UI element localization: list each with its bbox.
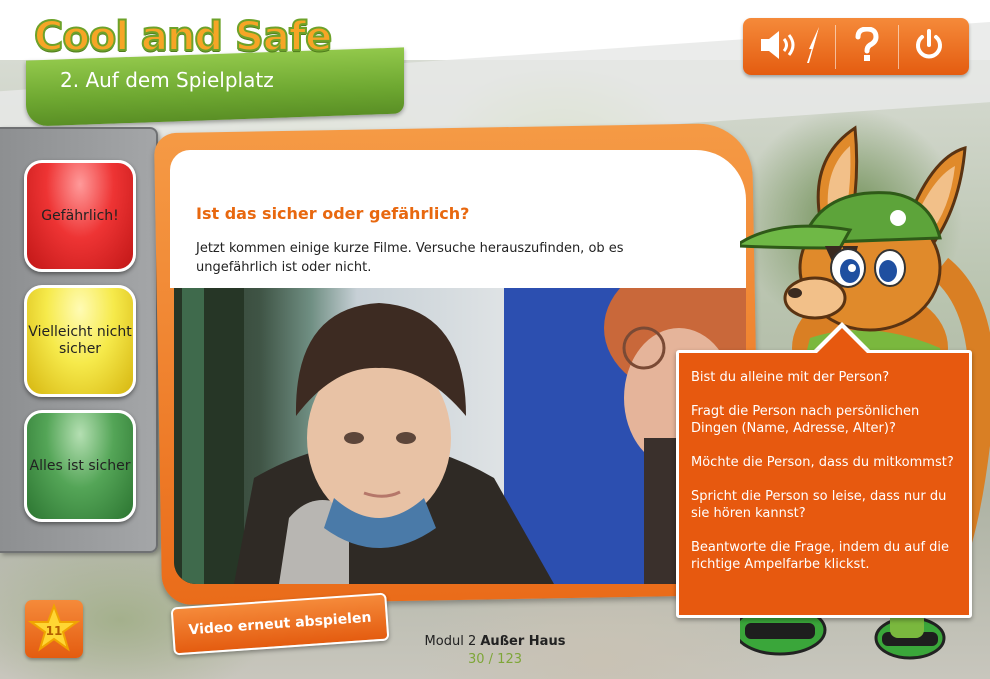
video-frame-image <box>174 288 746 584</box>
power-icon <box>913 28 945 66</box>
app-logo: Cool and Safe <box>33 13 333 61</box>
help-button[interactable] <box>836 18 898 75</box>
bubble-question: Spricht die Person so leise, dass nur du… <box>691 489 947 521</box>
module-label: Modul 2 Außer Haus <box>400 634 590 649</box>
bubble-question: Bist du alleine mit der Person? <box>691 370 890 385</box>
safe-button[interactable]: Alles ist sicher <box>24 410 136 522</box>
page-indicator: 30 / 123 <box>468 652 522 667</box>
star-count: 11 <box>45 624 63 638</box>
bubble-tail-fill <box>816 328 868 354</box>
bubble-question: Möchte die Person, dass du mitkommst? <box>691 455 954 470</box>
bubble-question: Fragt die Person nach persönlichen Dinge… <box>691 404 920 436</box>
maybe-unsafe-button[interactable]: Vielleicht nicht sicher <box>24 285 136 397</box>
module-name: Außer Haus <box>480 634 566 649</box>
content-text: Jetzt kommen einige kurze Filme. Versuch… <box>196 241 624 275</box>
bubble-instruction: Beantworte die Frage, indem du auf die r… <box>691 540 950 572</box>
power-button[interactable] <box>899 18 959 75</box>
speaker-icon <box>757 28 805 66</box>
section-title: 2. Auf dem Spielplatz <box>60 68 274 92</box>
module-prefix: Modul 2 <box>424 634 477 649</box>
help-icon <box>854 25 880 67</box>
volume-slider-icon[interactable] <box>805 25 821 69</box>
dangerous-button[interactable]: Gefährlich! <box>24 160 136 272</box>
sound-button[interactable] <box>743 18 835 75</box>
toolbar <box>743 18 969 75</box>
video-player[interactable] <box>174 288 746 584</box>
content-title: Ist das sicher oder gefährlich? <box>196 204 470 223</box>
question-bubble: Bist du alleine mit der Person? Fragt di… <box>676 350 972 618</box>
